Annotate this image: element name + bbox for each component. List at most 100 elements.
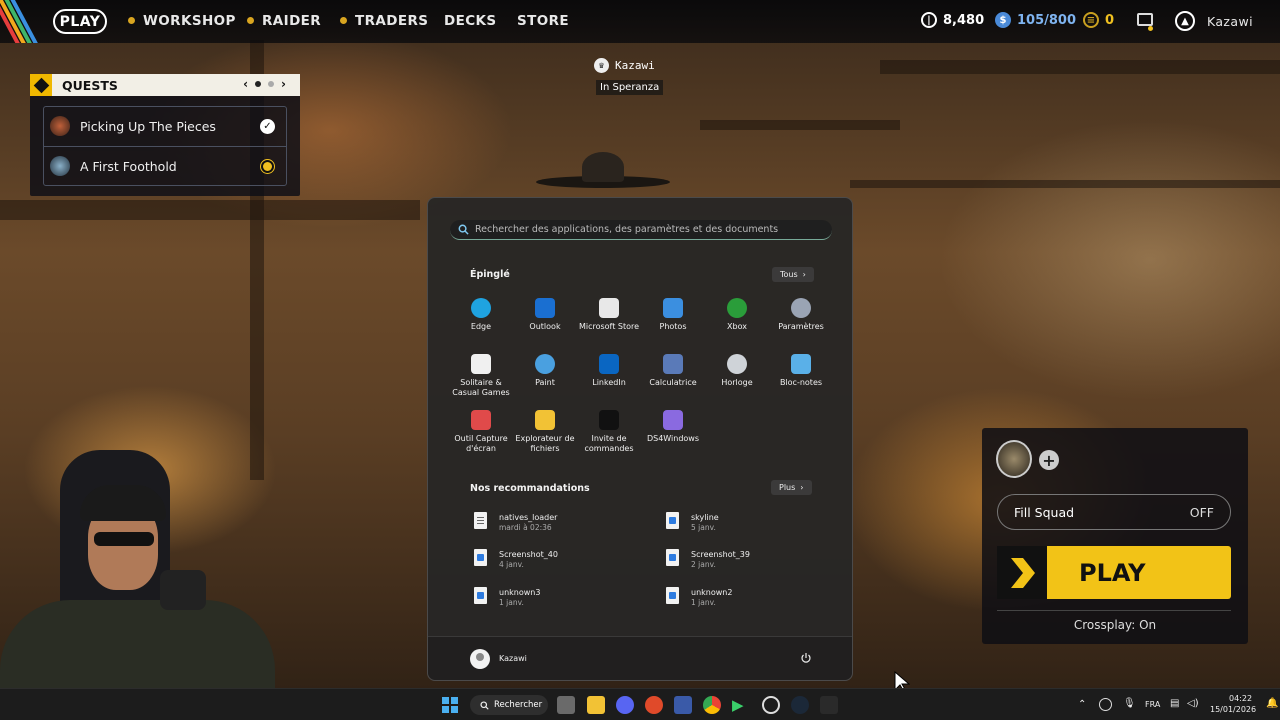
clock-date[interactable]: 15/01/2026: [1210, 705, 1256, 714]
pinned-app[interactable]: Solitaire & Casual Games: [449, 354, 513, 398]
start-search-bar[interactable]: Rechercher des applications, des paramèt…: [450, 220, 832, 240]
chevron-left-icon[interactable]: ‹: [243, 77, 248, 91]
game-icon[interactable]: [820, 696, 838, 714]
steam-icon[interactable]: [791, 696, 809, 714]
windows-start-icon[interactable]: [441, 696, 459, 714]
pinned-app-label: Invite de commandes: [584, 434, 634, 453]
currency-tokens: $ 105/800: [995, 12, 1076, 28]
microphone-icon[interactable]: 🎙: [1123, 698, 1136, 709]
page-dot-active[interactable]: [255, 81, 262, 87]
recommended-item[interactable]: Screenshot_39 2 janv.: [666, 549, 750, 570]
pinned-app[interactable]: Outil Capture d'écran: [449, 410, 513, 454]
pinned-app[interactable]: Bloc-notes: [769, 354, 833, 388]
app-icon[interactable]: [674, 696, 692, 714]
player-nametag: ♛ Kazawi: [594, 58, 655, 73]
currency-coins-value: 8,480: [943, 12, 985, 28]
pinned-app[interactable]: Photos: [641, 298, 705, 332]
recommended-file-date: mardi à 02:36: [499, 523, 552, 532]
pinned-app[interactable]: Paramètres: [769, 298, 833, 332]
pinned-app[interactable]: Microsoft Store: [577, 298, 641, 332]
username[interactable]: Kazawi: [1207, 14, 1253, 29]
currency-tokens-value: 105/800: [1017, 12, 1077, 28]
nav-workshop[interactable]: WORKSHOP: [128, 13, 236, 29]
volume-icon[interactable]: ◁): [1187, 698, 1199, 709]
rank-icon[interactable]: ▲: [1175, 11, 1195, 31]
quest-item[interactable]: Picking Up The Pieces ✓: [44, 107, 286, 146]
user-avatar[interactable]: [470, 649, 490, 669]
recommended-file-date: 5 janv.: [691, 523, 716, 532]
language-indicator[interactable]: FRA: [1145, 700, 1160, 709]
recommended-item[interactable]: unknown2 1 janv.: [666, 587, 732, 608]
game-launcher-icon[interactable]: [645, 696, 663, 714]
play-chevron-icon: [997, 546, 1047, 599]
recommended-item[interactable]: Screenshot_40 4 janv.: [474, 549, 558, 570]
pinned-app[interactable]: Edge: [449, 298, 513, 332]
paint-icon: [535, 354, 555, 374]
clock-time[interactable]: 04:22: [1229, 694, 1252, 703]
pinned-app[interactable]: Invite de commandes: [577, 410, 641, 454]
nav-decks[interactable]: DECKS: [444, 13, 497, 29]
taskbar-search-label: Rechercher: [494, 700, 543, 710]
store-icon: [599, 298, 619, 318]
play-app-icon[interactable]: ▶: [732, 696, 750, 714]
settings-icon: [791, 298, 811, 318]
pinned-app[interactable]: DS4Windows: [641, 410, 705, 444]
user-name[interactable]: Kazawi: [499, 654, 527, 663]
recommended-file-name: skyline: [691, 513, 719, 522]
pinned-app-label: Edge: [470, 322, 492, 331]
pinned-app[interactable]: Horloge: [705, 354, 769, 388]
network-icon[interactable]: ▤: [1170, 698, 1179, 709]
taskbar-search[interactable]: Rechercher: [470, 695, 548, 715]
notification-bell-icon[interactable]: 🔔: [1266, 698, 1278, 709]
nav-workshop-label: WORKSHOP: [143, 13, 236, 29]
recommended-file-name: unknown2: [691, 588, 733, 597]
mail-icon[interactable]: [1137, 13, 1153, 31]
chevron-right-icon[interactable]: ›: [281, 77, 286, 91]
nav-dot-icon: [128, 17, 135, 24]
recommended-file-name: unknown3: [499, 588, 541, 597]
recommended-item[interactable]: natives_loader mardi à 02:36: [474, 512, 557, 533]
chrome-icon[interactable]: [703, 696, 721, 714]
fill-squad-toggle[interactable]: Fill Squad OFF: [997, 494, 1231, 530]
play-button[interactable]: PLAY: [997, 546, 1231, 599]
pinned-app-label: Outil Capture d'écran: [454, 434, 508, 453]
page-dot[interactable]: [268, 81, 275, 87]
quest-item[interactable]: A First Foothold: [44, 146, 286, 185]
recommended-item[interactable]: skyline 5 janv.: [666, 512, 719, 533]
all-apps-button[interactable]: Tous ›: [772, 267, 814, 282]
recommended-item[interactable]: unknown3 1 janv.: [474, 587, 540, 608]
nav-store[interactable]: STORE: [517, 13, 569, 29]
sync-icon[interactable]: [1099, 698, 1112, 711]
image-file-icon: [666, 549, 679, 566]
add-squad-member-button[interactable]: +: [1039, 450, 1059, 470]
pinned-app-label: Explorateur de fichiers: [515, 434, 575, 453]
notepad-icon: [791, 354, 811, 374]
pinned-app-label: Photos: [659, 322, 687, 331]
nav-traders[interactable]: TRADERS: [340, 13, 428, 29]
crossplay-status: Crossplay: On: [1073, 618, 1157, 632]
pinned-app[interactable]: Explorateur de fichiers: [513, 410, 577, 454]
pinned-app[interactable]: Calculatrice: [641, 354, 705, 388]
file-explorer-icon[interactable]: [587, 696, 605, 714]
discord-icon[interactable]: [616, 696, 634, 714]
quests-title: QUESTS: [62, 77, 118, 93]
pinned-app[interactable]: Xbox: [705, 298, 769, 332]
power-icon[interactable]: [800, 652, 812, 664]
nav-raider[interactable]: RAIDER: [247, 13, 321, 29]
recommended-text: unknown3 1 janv.: [499, 587, 540, 608]
more-label: Plus: [779, 483, 796, 492]
chevron-up-icon[interactable]: ⌃: [1078, 699, 1086, 710]
task-view-icon[interactable]: [557, 696, 575, 714]
pinned-app[interactable]: Paint: [513, 354, 577, 388]
linkedin-icon: [599, 354, 619, 374]
search-icon: [458, 224, 469, 235]
nav-play-button[interactable]: PLAY: [53, 9, 107, 34]
document-file-icon: [474, 512, 487, 529]
quests-diamond-icon: [30, 74, 52, 96]
obs-icon[interactable]: [762, 696, 780, 714]
squad-avatar[interactable]: [996, 440, 1032, 478]
more-button[interactable]: Plus ›: [771, 480, 812, 495]
nav-traders-label: TRADERS: [355, 13, 429, 29]
pinned-app[interactable]: Outlook: [513, 298, 577, 332]
pinned-app[interactable]: LinkedIn: [577, 354, 641, 388]
